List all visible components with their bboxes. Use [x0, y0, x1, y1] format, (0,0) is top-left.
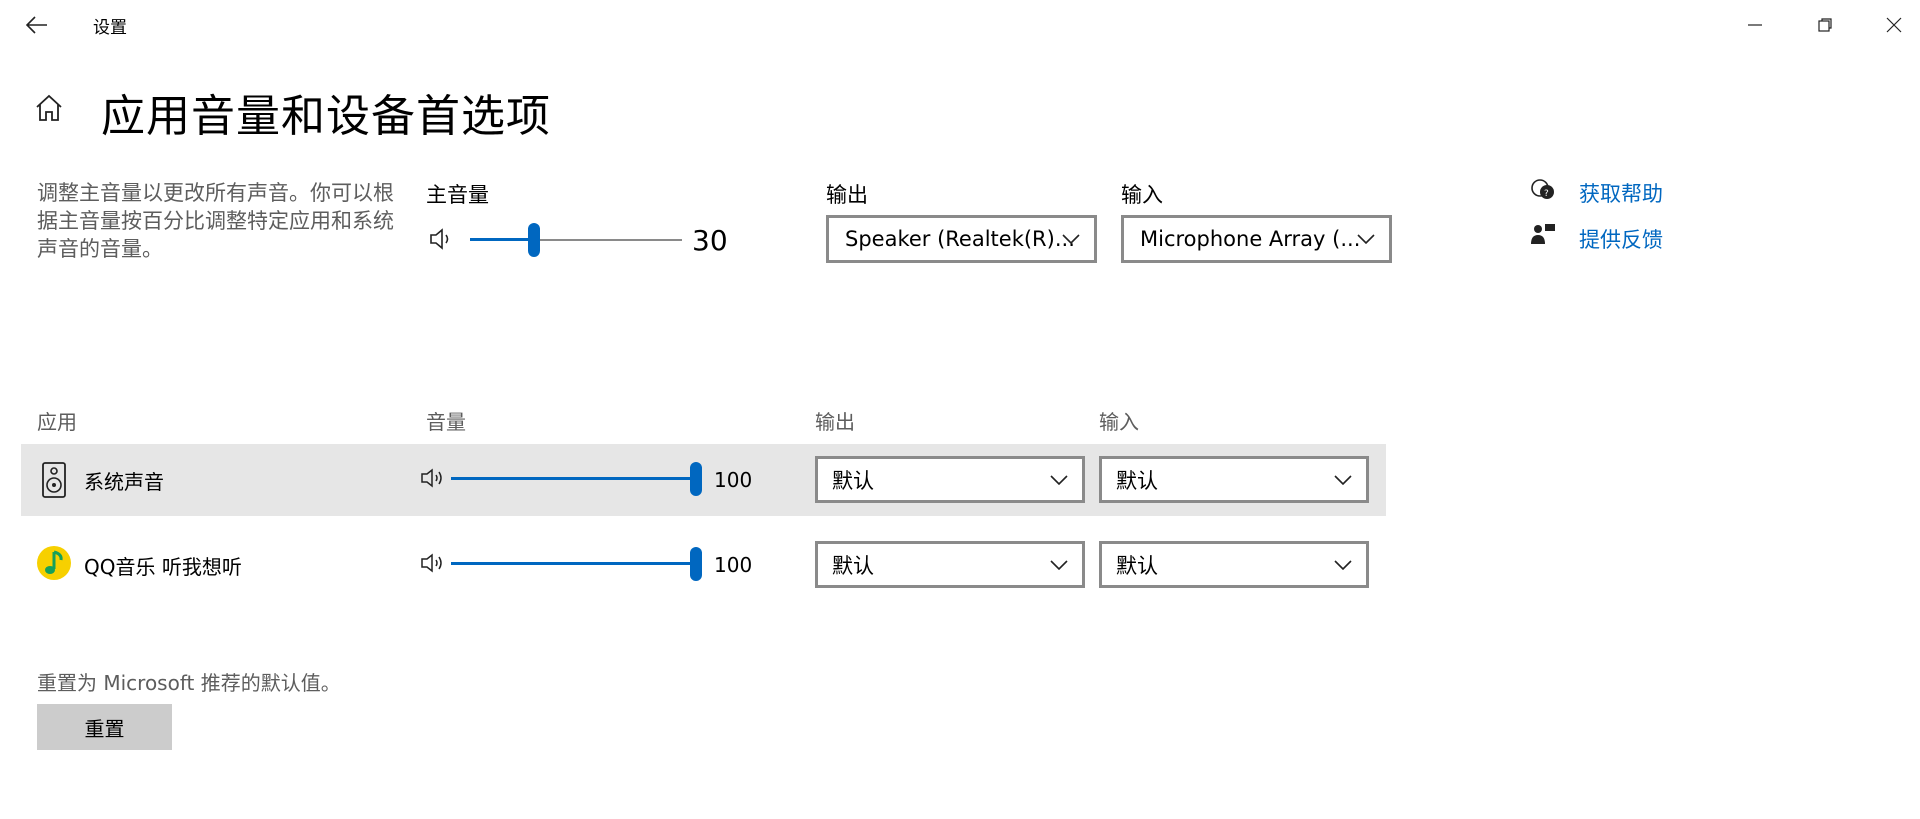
slider-fill — [451, 562, 695, 565]
master-volume-label: 主音量 — [426, 183, 489, 207]
app-input-dropdown[interactable]: 默认 — [1099, 456, 1369, 503]
app-volume-value: 100 — [714, 553, 753, 577]
help-chat-icon: ? — [1529, 178, 1557, 204]
master-input-dropdown[interactable]: Microphone Array (... — [1121, 215, 1392, 263]
col-header-volume: 音量 — [426, 410, 466, 434]
app-name: 系统声音 — [84, 470, 164, 494]
slider-thumb[interactable] — [690, 462, 702, 496]
home-icon — [36, 94, 62, 121]
app-volume-slider[interactable] — [451, 460, 702, 500]
app-volume-value: 100 — [714, 468, 753, 492]
app-output-dropdown[interactable]: 默认 — [815, 456, 1085, 503]
master-output-label: 输出 — [826, 183, 868, 207]
chevron-down-icon — [1050, 559, 1068, 570]
qq-music-icon — [36, 545, 72, 581]
close-icon — [1886, 17, 1902, 33]
output-selected-value: 默认 — [832, 468, 874, 493]
master-volume-slider[interactable] — [470, 220, 682, 260]
back-button[interactable] — [22, 10, 52, 40]
svg-text:?: ? — [1544, 189, 1549, 199]
minimize-button[interactable] — [1735, 8, 1775, 42]
system-sounds-icon — [40, 462, 68, 498]
slider-thumb[interactable] — [528, 223, 540, 257]
master-mute-button[interactable] — [428, 226, 454, 252]
page-title: 应用音量和设备首选项 — [101, 91, 551, 142]
input-selected-value: 默认 — [1116, 553, 1158, 578]
get-help-link[interactable]: 获取帮助 — [1579, 178, 1663, 208]
give-feedback-link[interactable]: 提供反馈 — [1579, 224, 1663, 254]
close-button[interactable] — [1874, 8, 1914, 42]
input-selected-value: 默认 — [1116, 468, 1158, 493]
feedback-icon — [1529, 222, 1557, 248]
chevron-down-icon — [1050, 474, 1068, 485]
col-header-output: 输出 — [815, 410, 855, 434]
chevron-down-icon — [1357, 234, 1375, 244]
restore-button[interactable] — [1805, 8, 1845, 42]
app-name: QQ音乐 听我想听 — [84, 555, 242, 579]
output-selected-value: 默认 — [832, 553, 874, 578]
col-header-input: 输入 — [1099, 410, 1139, 434]
master-output-dropdown[interactable]: Speaker (Realtek(R)... — [826, 215, 1097, 263]
output-selected-value: Speaker (Realtek(R)... — [845, 227, 1075, 251]
slider-fill — [451, 477, 695, 480]
col-header-app: 应用 — [37, 410, 77, 434]
slider-thumb[interactable] — [690, 547, 702, 581]
reset-button[interactable]: 重置 — [37, 704, 172, 750]
minimize-icon — [1748, 24, 1762, 26]
speaker-icon — [421, 553, 442, 573]
master-description: 调整主音量以更改所有声音。你可以根据主音量按百分比调整特定应用和系统声音的音量。 — [37, 181, 394, 261]
speaker-icon — [430, 228, 449, 250]
chevron-down-icon — [1062, 234, 1080, 244]
back-arrow-icon — [26, 16, 47, 34]
master-volume-value: 30 — [692, 224, 728, 257]
app-output-dropdown[interactable]: 默认 — [815, 541, 1085, 588]
app-mute-button[interactable] — [420, 551, 448, 575]
chevron-down-icon — [1334, 559, 1352, 570]
master-input-label: 输入 — [1121, 183, 1163, 207]
window-title: 设置 — [93, 18, 127, 38]
app-mute-button[interactable] — [420, 466, 448, 490]
input-selected-value: Microphone Array (... — [1140, 227, 1361, 251]
restore-icon — [1818, 18, 1832, 32]
home-button[interactable] — [34, 93, 70, 129]
app-input-dropdown[interactable]: 默认 — [1099, 541, 1369, 588]
speaker-icon — [421, 468, 442, 488]
chevron-down-icon — [1334, 474, 1352, 485]
slider-fill — [470, 238, 534, 241]
reset-description: 重置为 Microsoft 推荐的默认值。 — [37, 671, 341, 695]
app-volume-slider[interactable] — [451, 545, 702, 585]
